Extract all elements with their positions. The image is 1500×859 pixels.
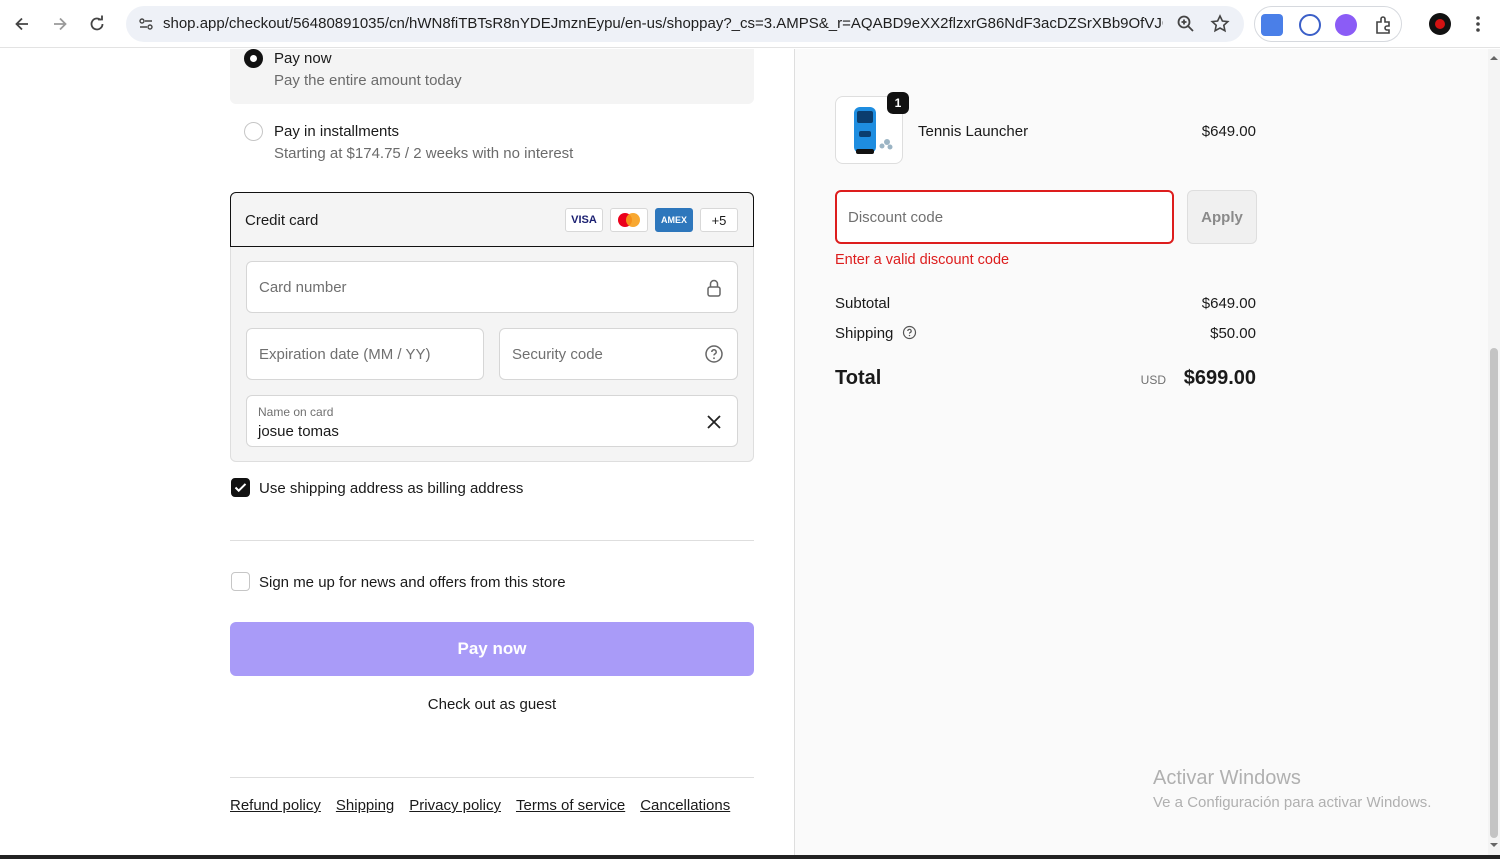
scroll-down-arrow-icon[interactable] (1488, 840, 1500, 850)
installments-title: Pay in installments (274, 123, 400, 140)
watermark-title: Activar Windows (1153, 767, 1301, 789)
section-divider (230, 540, 754, 541)
pay-now-radio[interactable] (244, 49, 263, 68)
browser-toolbar: shop.app/checkout/56480891035/cn/hWN8fiT… (0, 0, 1500, 48)
product-thumbnail: 1 (835, 92, 909, 164)
billing-address-label: Use shipping address as billing address (259, 480, 524, 497)
scrollbar-thumb[interactable] (1490, 348, 1498, 838)
bookmark-star-icon[interactable] (1208, 12, 1232, 36)
expiration-placeholder: Expiration date (MM / YY) (259, 346, 431, 363)
name-on-card-label: Name on card (258, 405, 334, 419)
apply-button[interactable]: Apply (1187, 190, 1257, 244)
credit-card-header[interactable]: Credit card VISA AMEX +5 (230, 192, 754, 247)
security-code-field[interactable]: Security code (499, 328, 738, 380)
cancellations-link[interactable]: Cancellations (640, 797, 730, 814)
forward-button[interactable] (46, 10, 74, 38)
privacy-policy-link[interactable]: Privacy policy (409, 797, 501, 814)
subtotal-label: Subtotal (835, 295, 891, 312)
credit-card-section: Credit card VISA AMEX +5 Card number Exp… (230, 192, 754, 462)
reload-button[interactable] (83, 10, 111, 38)
billing-address-checkbox[interactable] (231, 478, 250, 497)
puzzle-extensions-icon[interactable] (1373, 14, 1395, 36)
expiration-date-field[interactable]: Expiration date (MM / YY) (246, 328, 484, 380)
purple-extension-icon[interactable] (1335, 14, 1357, 36)
subtotal-value: $649.00 (1201, 295, 1256, 312)
name-on-card-field[interactable]: Name on card josue tomas (246, 395, 738, 447)
extensions-group (1254, 6, 1402, 42)
installments-radio[interactable] (244, 122, 263, 141)
zoom-icon[interactable] (1174, 12, 1198, 36)
refund-policy-link[interactable]: Refund policy (230, 797, 321, 814)
forward-arrow-icon (54, 17, 67, 31)
translate-extension-icon[interactable] (1261, 14, 1283, 36)
credit-card-label: Credit card (245, 212, 319, 229)
check-out-as-guest-link[interactable]: Check out as guest (230, 696, 754, 713)
discount-error-message: Enter a valid discount code (835, 252, 1010, 268)
discount-code-input[interactable]: Discount code (835, 190, 1174, 244)
payment-column: Pay now Pay the entire amount today Pay … (0, 49, 794, 855)
currency-code: USD (1140, 373, 1166, 387)
address-bar[interactable]: shop.app/checkout/56480891035/cn/hWN8fiT… (126, 6, 1244, 42)
os-taskbar-edge (0, 855, 1500, 859)
shipping-label: Shipping (835, 325, 894, 342)
more-brands-badge: +5 (700, 208, 738, 232)
reload-icon (90, 15, 104, 31)
shipping-label-row: Shipping (835, 325, 917, 342)
page-scrollbar[interactable] (1488, 49, 1500, 855)
shield-extension-icon[interactable] (1299, 14, 1321, 36)
checkmark-icon (234, 483, 247, 493)
newsletter-checkbox[interactable] (231, 572, 250, 591)
amex-logo-icon: AMEX (655, 208, 693, 232)
back-arrow-icon (15, 17, 28, 31)
scroll-up-arrow-icon[interactable] (1488, 53, 1500, 63)
windows-activation-watermark: Activar Windows Ve a Configuración para … (1153, 767, 1431, 811)
site-info-icon[interactable] (134, 12, 158, 36)
watermark-subtitle: Ve a Configuración para activar Windows. (1153, 794, 1432, 811)
newsletter-label: Sign me up for news and offers from this… (259, 574, 566, 591)
menu-kebab-icon[interactable] (1466, 12, 1490, 36)
order-summary-column: 1 Tennis Launcher $649.00 Discount code … (794, 49, 1488, 855)
url-text[interactable]: shop.app/checkout/56480891035/cn/hWN8fiT… (163, 15, 1163, 32)
checkout-page: Pay now Pay the entire amount today Pay … (0, 49, 1488, 855)
visa-logo-icon: VISA (565, 208, 603, 232)
payment-option-pay-now[interactable]: Pay now Pay the entire amount today (230, 49, 754, 104)
pay-now-subtitle: Pay the entire amount today (274, 72, 462, 89)
name-on-card-value: josue tomas (258, 423, 339, 440)
footer-divider (230, 777, 754, 778)
installments-subtitle: Starting at $174.75 / 2 weeks with no in… (274, 145, 574, 162)
pay-now-title: Pay now (274, 50, 332, 67)
total-value: $699.00 (1183, 367, 1256, 389)
security-code-placeholder: Security code (512, 346, 603, 363)
footer-links: Refund policy Shipping Privacy policy Te… (230, 797, 730, 814)
shipping-value: $50.00 (1210, 325, 1256, 342)
payment-option-installments[interactable]: Pay in installments Starting at $174.75 … (230, 113, 754, 173)
pay-now-button[interactable]: Pay now (230, 622, 754, 676)
shipping-link[interactable]: Shipping (336, 797, 394, 814)
card-number-field[interactable]: Card number (246, 261, 738, 313)
quantity-badge: 1 (887, 92, 909, 114)
product-price: $649.00 (1201, 123, 1256, 140)
shipping-info-icon[interactable] (902, 325, 917, 340)
lock-icon (703, 277, 725, 299)
product-name: Tennis Launcher (918, 123, 1029, 140)
back-button[interactable] (8, 10, 36, 38)
terms-of-service-link[interactable]: Terms of service (516, 797, 625, 814)
clear-close-icon[interactable] (703, 411, 725, 433)
mastercard-logo-icon (610, 208, 648, 232)
total-label: Total (835, 367, 882, 389)
card-number-placeholder: Card number (259, 279, 347, 296)
profile-avatar-icon[interactable] (1429, 13, 1451, 35)
discount-code-placeholder: Discount code (848, 209, 944, 226)
help-circle-icon[interactable] (703, 343, 725, 365)
